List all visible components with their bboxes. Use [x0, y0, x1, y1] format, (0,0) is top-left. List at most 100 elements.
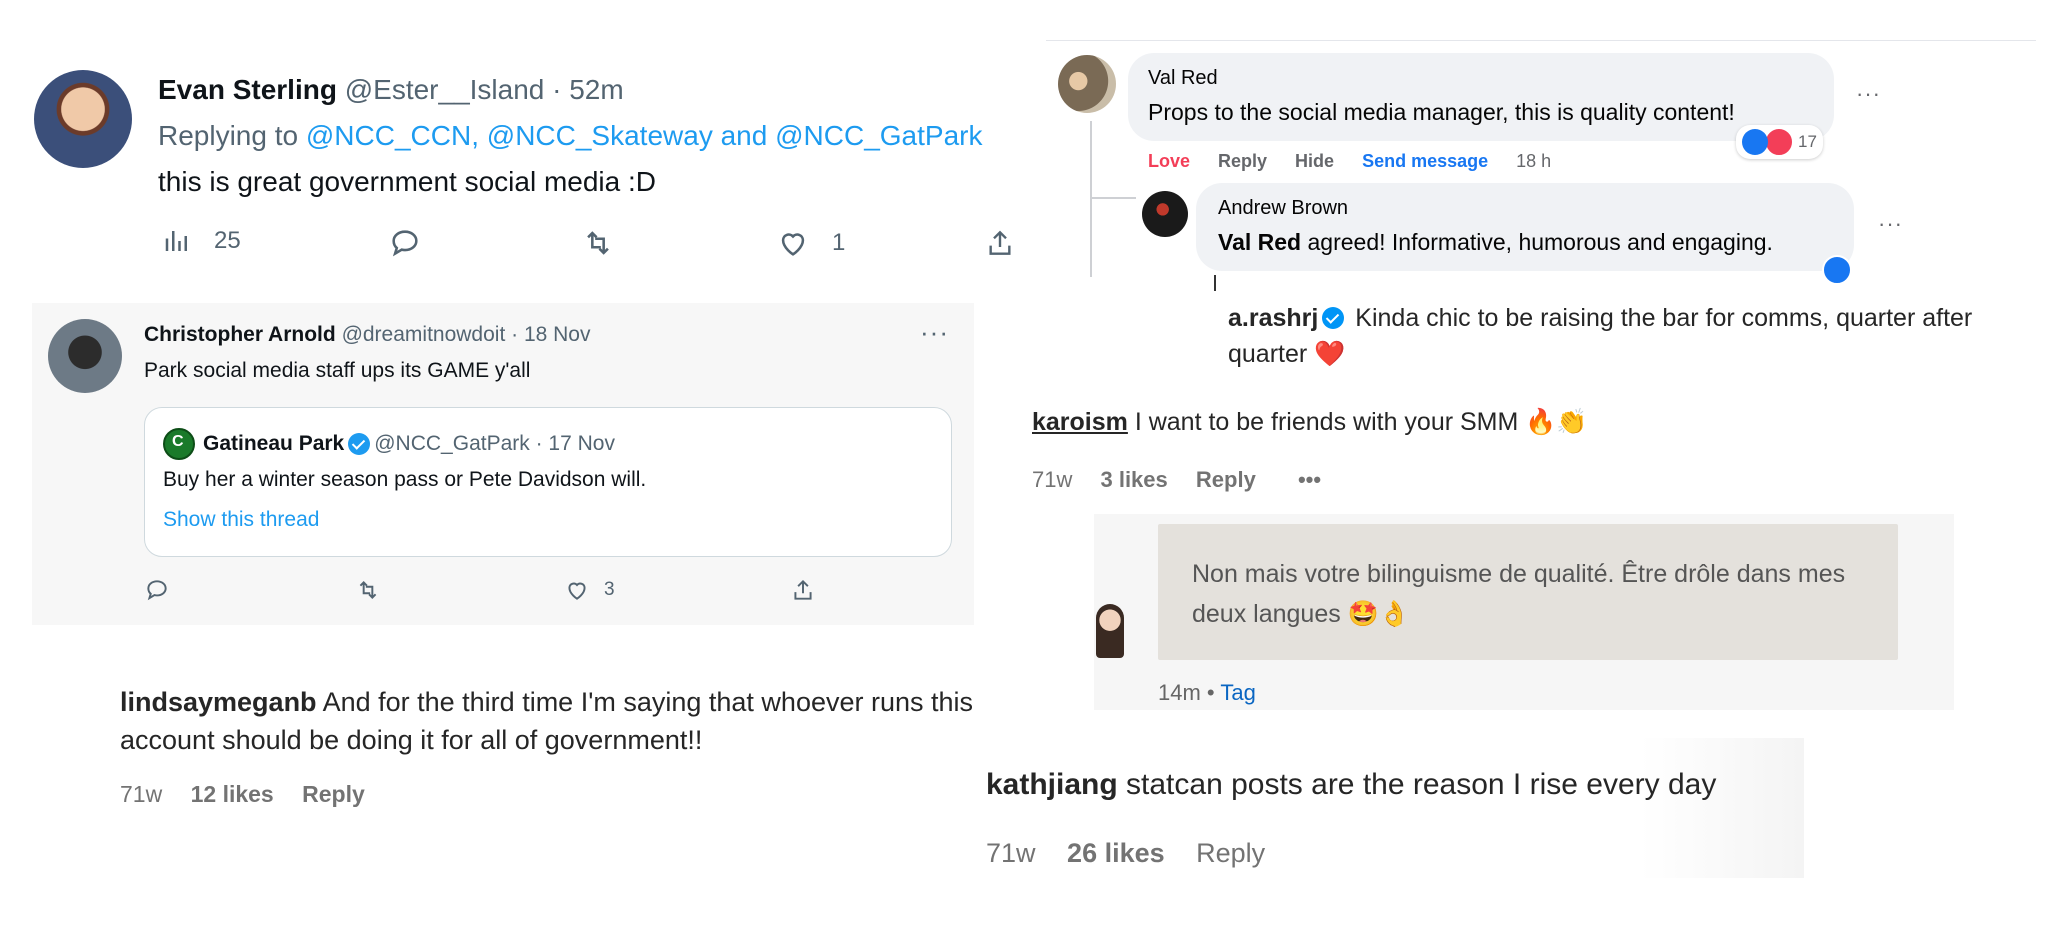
like-button[interactable]: 1	[776, 226, 845, 260]
comment-time: 71w	[1032, 467, 1073, 492]
avatar[interactable]	[1058, 55, 1116, 113]
comment-username[interactable]: karoism	[1032, 408, 1128, 436]
comment-username[interactable]: a.rashrj	[1228, 304, 1318, 332]
comment-text: I want to be friends with your SMM	[1127, 408, 1526, 436]
avatar[interactable]	[1096, 604, 1124, 658]
reply-body: agreed! Informative, humorous and engagi…	[1301, 229, 1773, 255]
gatineau-park-avatar	[163, 428, 195, 460]
comment-body: karoism I want to be friends with your S…	[1032, 408, 2012, 437]
tweet-text: this is great government social media :D	[158, 166, 656, 197]
love-reaction-icon	[1764, 127, 1794, 157]
like-count: 1	[832, 229, 846, 256]
quoted-header: Gatineau Park @NCC_GatPark · 17 Nov	[163, 428, 615, 460]
quoted-tweet[interactable]: Gatineau Park @NCC_GatPark · 17 Nov Buy …	[144, 407, 952, 557]
commenter-name[interactable]: Andrew Brown	[1218, 197, 1348, 220]
reply-text: Val Red agreed! Informative, humorous an…	[1218, 229, 1773, 256]
comment-time[interactable]: 18 h	[1516, 151, 1551, 172]
avatar[interactable]	[1142, 191, 1188, 237]
reply-bubble: Andrew Brown Val Red agreed! Informative…	[1196, 183, 1854, 271]
views-count: 25	[214, 227, 241, 254]
comment-body: kathjiang statcan posts are the reason I…	[986, 768, 1716, 802]
reply-button[interactable]: Reply	[1218, 151, 1267, 172]
comment-kathjiang: kathjiang statcan posts are the reason I…	[984, 738, 1804, 878]
tweet-header: Evan Sterling @Ester__Island · 52m	[158, 74, 624, 106]
reply-button[interactable]	[388, 226, 422, 260]
thread-branch	[1090, 197, 1136, 199]
comment-meta: 14m • Tag	[1158, 680, 1256, 706]
like-reaction-icon[interactable]	[1822, 255, 1852, 285]
comment-actions: Love Reply Hide Send message 18 h	[1148, 151, 1551, 172]
share-button[interactable]	[984, 226, 1016, 260]
like-reaction-icon	[1742, 129, 1768, 155]
like-button[interactable]: 3	[564, 577, 615, 603]
mention-ncc-skateway[interactable]: @NCC_Skateway	[487, 120, 713, 151]
comment-bubble: Non mais votre bilinguisme de qualité. Ê…	[1158, 524, 1898, 660]
comment-username[interactable]: lindsaymeganb	[120, 687, 317, 717]
replying-prefix: Replying to	[158, 120, 306, 151]
reaction-count: 17	[1798, 132, 1817, 151]
fire-clap-emoji-icon: 🔥👏	[1525, 408, 1588, 436]
reaction-summary[interactable]: 17	[1736, 125, 1823, 159]
commenter-name[interactable]: Val Red	[1148, 67, 1218, 90]
verified-badge-icon	[348, 433, 371, 455]
show-thread-link[interactable]: Show this thread	[163, 508, 319, 532]
retweet-icon	[359, 581, 377, 599]
retweet-button[interactable]	[580, 226, 616, 260]
more-options-icon[interactable]: ···	[1856, 81, 1881, 107]
tweet-christopher-arnold: Christopher Arnold @dreamitnowdoit · 18 …	[32, 303, 974, 625]
thread-line	[1090, 121, 1092, 277]
comment-lindsaymeganb: lindsaymeganb And for the third time I'm…	[120, 683, 980, 808]
mention-ncc-gatpark[interactable]: @NCC_GatPark	[775, 120, 982, 151]
mention-separator: and	[712, 120, 776, 151]
retweet-button[interactable]	[354, 577, 382, 603]
avatar[interactable]	[48, 319, 122, 393]
comment-karoism: karoism I want to be friends with your S…	[1032, 408, 2012, 493]
comment-time: 14m	[1158, 680, 1201, 705]
reply-button[interactable]: Reply	[1196, 838, 1265, 868]
more-options-icon[interactable]: ···	[920, 317, 949, 348]
tweet-evan-sterling: Evan Sterling @Ester__Island · 52m Reply…	[0, 40, 1030, 290]
comment-text-wrap: Non mais votre bilinguisme de qualité. Ê…	[1192, 554, 1872, 634]
comment-meta: 71w 26 likes Reply	[986, 838, 1289, 869]
comment-meta: 71w 12 likes Reply	[120, 781, 980, 808]
more-options-icon[interactable]: ···	[1878, 211, 1903, 237]
comment-likes[interactable]: 3 likes	[1100, 467, 1167, 492]
like-count: 3	[604, 579, 615, 600]
comment-likes[interactable]: 12 likes	[191, 781, 274, 807]
comment-time: 71w	[120, 781, 163, 807]
love-button[interactable]: Love	[1148, 151, 1190, 172]
reply-button[interactable]	[144, 577, 170, 603]
comment-text: Non mais votre bilinguisme de qualité. Ê…	[1192, 560, 1846, 628]
mention-ncc-ccn[interactable]: @NCC_CCN	[306, 120, 471, 151]
heart-icon	[781, 233, 805, 256]
comment-likes[interactable]: 26 likes	[1067, 838, 1165, 868]
text-cursor	[1214, 275, 1216, 291]
share-button[interactable]	[790, 577, 816, 603]
star-eyes-ok-emoji-icon: 🤩👌	[1347, 600, 1410, 628]
heart-icon	[568, 582, 586, 600]
reply-button[interactable]: Reply	[1196, 467, 1256, 492]
views-button[interactable]: 25	[162, 226, 241, 256]
comment-text: statcan posts are the reason I rise ever…	[1117, 768, 1717, 801]
reply-icon	[147, 580, 167, 601]
more-options-icon[interactable]: •••	[1298, 467, 1321, 492]
reply-icon	[392, 230, 418, 257]
mention-separator: ,	[471, 120, 487, 151]
views-icon	[165, 231, 187, 251]
author-name[interactable]: Christopher Arnold	[144, 323, 336, 346]
tag-link[interactable]: Tag	[1220, 680, 1255, 705]
send-message-button[interactable]: Send message	[1362, 151, 1488, 172]
avatar[interactable]	[34, 70, 132, 168]
tweet-header: Christopher Arnold @dreamitnowdoit · 18 …	[144, 323, 591, 347]
mention-tag[interactable]: Val Red	[1218, 229, 1301, 255]
comment-a-rashrj: a.rashrj Kinda chic to be raising the ba…	[1228, 300, 2028, 372]
author-handle-time[interactable]: @Ester__Island · 52m	[345, 74, 624, 105]
hide-button[interactable]: Hide	[1295, 151, 1334, 172]
author-name[interactable]: Evan Sterling	[158, 74, 337, 105]
share-icon	[989, 230, 1011, 255]
comment-username[interactable]: kathjiang	[986, 768, 1118, 801]
retweet-icon	[587, 231, 609, 255]
author-handle-time[interactable]: @dreamitnowdoit · 18 Nov	[342, 323, 591, 346]
reply-button[interactable]: Reply	[302, 781, 365, 807]
comment-bubble: Val Red Props to the social media manage…	[1128, 53, 1834, 141]
